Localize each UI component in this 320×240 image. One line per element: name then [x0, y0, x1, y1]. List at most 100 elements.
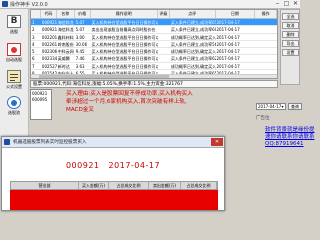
table-cell: 3.63: [75, 63, 85, 69]
settings-button[interactable]: 设置: [282, 49, 299, 56]
table-cell: 买入机构持仓型选股平台日日操作可以: [91, 34, 158, 40]
table-cell: 成功概率已达到,确定买入: [170, 34, 216, 40]
sidebar-item-formula[interactable]: 公式设置: [1, 70, 27, 89]
table-cell: 岭南股份: [57, 41, 74, 47]
table-row[interactable]: 7 002527 新时达 3.63 买入机构持仓型选股平台日日操作可以 成功概率已达到,确…: [31, 63, 277, 71]
table-cell: [255, 55, 277, 61]
table-cell: [255, 19, 277, 25]
sidebar-item-label: 选股: [10, 29, 18, 34]
table-cell: 3: [32, 34, 35, 40]
table-cell: 2017-04-17: [216, 56, 240, 62]
date-value: 2017-04-17: [258, 104, 282, 109]
export-button[interactable]: 导出: [282, 40, 299, 47]
cancel-button[interactable]: 取消: [282, 22, 299, 29]
table-cell: 2017-04-17: [216, 20, 240, 25]
close-icon[interactable]: ✕: [291, 0, 300, 8]
window-titlebar: 操作神手 V2.0.0 ‒ □ ✕: [0, 0, 300, 9]
right-action-panel: 全选 取消 删除 导出 设置: [280, 9, 300, 85]
col-header[interactable]: 价格: [75, 10, 91, 18]
col-header[interactable]: [31, 10, 41, 18]
scrollbar-thumb[interactable]: [39, 75, 169, 78]
ad-link[interactable]: 软件背景就是缘份提速你请联系你请联系QQ:87919641: [265, 127, 315, 148]
horizontal-scrollbar[interactable]: [31, 74, 277, 78]
dialog-heading: 000921 2017-04-17: [2, 161, 224, 170]
col-header: 卖出金额(万): [149, 182, 181, 189]
maximize-icon[interactable]: □: [282, 0, 291, 8]
col-header[interactable]: 名称: [57, 10, 75, 18]
table-row[interactable]: 6 002334 英威腾 7.46 买入机构持仓型选股平台日日操作可以 买入条件已建立,成…: [31, 55, 277, 63]
dialog-table-header: 营业部 买入金额(万) 占总成交比例 卖出金额(万) 占总成交比例: [10, 181, 218, 190]
table-cell: 中科云网: [57, 49, 74, 55]
col-header[interactable]: 点评: [170, 10, 216, 18]
minimize-icon[interactable]: ‒: [273, 0, 282, 8]
table-cell: 卖出出现该股当前最高点同时股价在: [91, 27, 156, 33]
table-cell: 英威腾: [57, 56, 70, 62]
table-cell: [158, 48, 170, 54]
table-cell: 5.07: [75, 20, 85, 25]
table-row[interactable]: 3 002201 鑫科材料 3.00 买入机构持仓型选股平台日日操作可以 成功概率已达到,…: [31, 34, 277, 41]
table-cell: [158, 63, 170, 69]
sidebar-item-stock-pool[interactable]: 选股池: [1, 96, 27, 115]
table-cell: 成功概率已达到,确定买入: [170, 49, 216, 55]
table-cell: [255, 26, 277, 32]
table-cell: [158, 41, 170, 47]
table-cell: [158, 26, 170, 32]
app-logo-icon: [4, 139, 10, 145]
close-icon[interactable]: ✕: [211, 138, 223, 146]
table-row[interactable]: 1 000921 海信科龙 5.07 买入机构持仓型选股平台日日操作可以 买入条件已建立,…: [31, 19, 277, 27]
heading-code: 000921: [65, 161, 100, 170]
dialog-table-body: [10, 190, 218, 210]
table-cell: 002334: [41, 56, 57, 62]
col-header[interactable]: 操作说明: [91, 10, 158, 18]
table-cell: 7: [32, 63, 35, 69]
col-header[interactable]: 代码: [41, 10, 57, 18]
table-cell: 买入机构持仓型选股平台日日操作可以: [91, 56, 158, 62]
table-cell: 海信科龙: [57, 27, 74, 33]
auto-select-icon: [7, 43, 21, 56]
table-cell: 000921: [41, 27, 57, 33]
table-cell: 002261: [41, 41, 57, 47]
table-row[interactable]: 4 002261 岭南股份 30.06 买入机构持仓型选股平台日日操作可以 买入条件已建立…: [31, 41, 277, 49]
table-row[interactable]: 5 002306 中科云网 9.45 买入机构持仓型选股平台日日操作可以 成功概率已达到,…: [31, 48, 277, 56]
table-cell: 2: [32, 27, 35, 33]
heading-date: 2017-04-17: [108, 161, 161, 170]
query-button[interactable]: 查询: [288, 103, 302, 110]
stock-table: 代码 名称 价格 操作说明 评级 点评 日期 操作 1 000921 海信科龙 5.0…: [30, 9, 278, 79]
select-all-button[interactable]: 全选: [282, 13, 299, 20]
sidebar-item-auto-select[interactable]: 自动选股: [1, 43, 27, 62]
col-header: 买入金额(万): [79, 182, 109, 189]
table-cell: 成功概率已达到,确定买入: [170, 63, 216, 69]
sidebar-item-select[interactable]: B 选股: [1, 15, 27, 34]
table-cell: 5.07: [75, 27, 85, 33]
date-picker[interactable]: 2017-04-17 ▾: [256, 103, 286, 110]
table-row[interactable]: 2 000921 海信科龙 5.07 卖出出现该股当前最高点同时股价在 买入条件已建立,成…: [31, 26, 277, 34]
table-cell: [158, 34, 170, 40]
col-header: 占总成交比例: [109, 182, 149, 189]
ad-title: 广告位: [256, 116, 270, 121]
table-cell: 买入机构持仓型选股平台日日操作可以: [91, 49, 158, 55]
table-cell: [255, 48, 277, 54]
b-letter-icon: B: [7, 15, 21, 28]
table-cell: 9.45: [75, 49, 85, 55]
dialog-title: 机器选股股票列表实时监控股票买入: [13, 140, 87, 145]
table-body: 1 000921 海信科龙 5.07 买入机构持仓型选股平台日日操作可以 买入条件已建立,…: [31, 19, 277, 78]
table-cell: 4: [32, 41, 35, 47]
delete-button[interactable]: 删除: [282, 31, 299, 38]
dropdown-arrow-icon[interactable]: ▾: [280, 104, 285, 109]
col-header[interactable]: 日期: [216, 10, 256, 18]
table-cell: 买入机构持仓型选股平台日日操作可以: [91, 63, 158, 69]
window-title: 操作神手 V2.0.0: [10, 2, 48, 8]
sidebar-item-label: 选股池: [8, 110, 20, 115]
table-cell: 买入条件已建立,成功率62.0%: [170, 56, 216, 62]
col-header[interactable]: 评级: [158, 10, 170, 18]
table-cell: [255, 41, 277, 47]
table-cell: 新时达: [57, 63, 70, 69]
table-cell: 3.00: [75, 34, 85, 40]
formula-icon: [7, 70, 21, 83]
stock-code-field[interactable]: 000921 600095: [30, 89, 52, 120]
sidebar-item-label: 自动选股: [6, 57, 22, 62]
col-header[interactable]: 操作: [255, 10, 277, 18]
table-cell: [158, 19, 170, 25]
table-cell: [255, 34, 277, 40]
table-cell: [255, 63, 277, 69]
